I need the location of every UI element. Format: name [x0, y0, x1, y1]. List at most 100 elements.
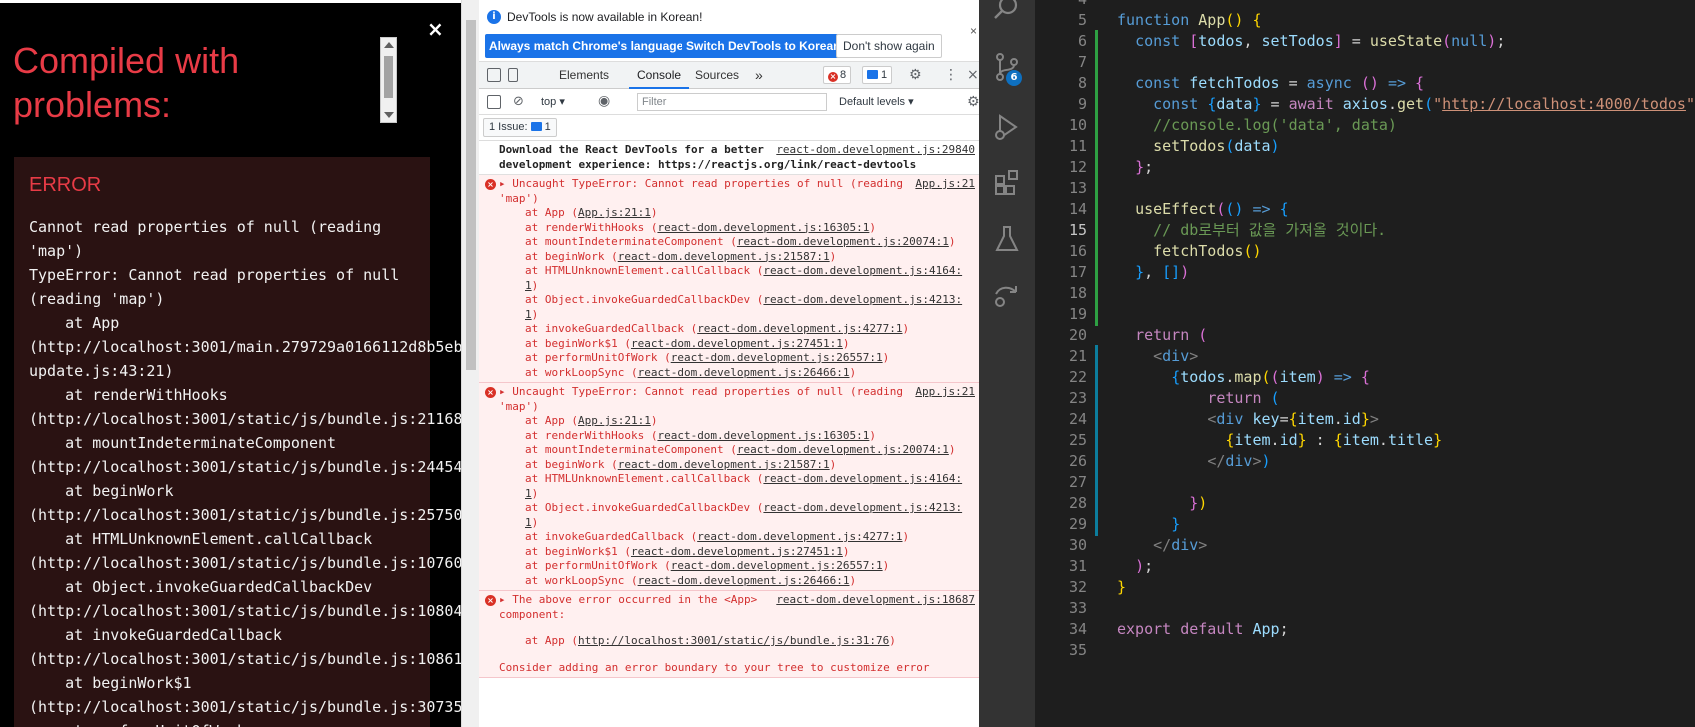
code-line[interactable]: 18 — [1035, 282, 1695, 305]
code-line[interactable]: 26 </div>) — [1035, 450, 1695, 473]
sidebar-toggle-icon[interactable] — [487, 95, 501, 109]
stack-link[interactable]: react-dom.development.js:4277:1 — [697, 530, 902, 543]
stack-frame: at mountIndeterminateComponent (react-do… — [525, 443, 956, 456]
stack-link[interactable]: react-dom.development.js:27451:1 — [631, 545, 843, 558]
page-scrollbar[interactable] — [461, 0, 479, 727]
tab-sources[interactable]: Sources — [695, 62, 739, 89]
console-settings-icon[interactable]: ⚙ — [967, 95, 979, 109]
inspect-element-icon[interactable] — [487, 68, 501, 82]
code-line[interactable]: 31 ); — [1035, 555, 1695, 578]
stack-link[interactable]: react-dom.development.js:21587:1 — [618, 458, 830, 471]
stack-link[interactable]: react-dom.development.js:16305:1 — [657, 429, 869, 442]
search-icon[interactable] — [992, 0, 1022, 24]
code-line[interactable]: 20 return ( — [1035, 324, 1695, 347]
close-overlay-icon[interactable]: × — [427, 17, 444, 41]
stack-link[interactable]: react-dom.development.js:20074:1 — [737, 235, 949, 248]
code-line[interactable]: 33 — [1035, 597, 1695, 620]
code-line[interactable]: 13 — [1035, 177, 1695, 200]
code-line[interactable]: 16 fetchTodos() — [1035, 240, 1695, 263]
source-link[interactable]: App.js:21 — [915, 177, 975, 192]
tab-elements[interactable]: Elements — [559, 62, 609, 89]
code-line[interactable]: 32} — [1035, 576, 1695, 599]
error-count-badge[interactable]: × 8 — [823, 66, 852, 84]
code-line[interactable]: 30 </div> — [1035, 534, 1695, 557]
always-match-language-button[interactable]: Always match Chrome's language — [485, 34, 688, 58]
context-select[interactable]: top ▾ — [541, 95, 565, 108]
source-link[interactable]: react-dom.development.js:29840 — [776, 143, 975, 158]
code-line[interactable]: 28 }) — [1035, 492, 1695, 515]
stack-link[interactable]: react-dom.development.js:21587:1 — [618, 250, 830, 263]
code-line[interactable]: 15 // db로부터 값을 가져올 것이다. — [1035, 219, 1695, 242]
log-levels-select[interactable]: Default levels ▾ — [839, 95, 914, 108]
stack-frame: at invokeGuardedCallback (react-dom.deve… — [525, 530, 910, 543]
console-error-message[interactable]: × App.js:21 ▸ Uncaught TypeError: Cannot r… — [479, 175, 979, 383]
message-count-badge[interactable]: 1 — [862, 66, 893, 84]
code-line[interactable]: 9 const {data} = await axios.get("http:/… — [1035, 93, 1695, 116]
code-line[interactable]: 17 }, []) — [1035, 261, 1695, 284]
line-number: 27 — [1068, 473, 1087, 491]
code-line[interactable]: 25 {item.id} : {item.title} — [1035, 429, 1695, 452]
run-debug-icon[interactable] — [992, 112, 1022, 142]
code-line[interactable]: 8 const fetchTodos = async () => { — [1035, 72, 1695, 95]
clear-console-icon[interactable]: ⊘ — [513, 95, 524, 109]
code-editor[interactable]: 45function App() {6 const [todos, setTod… — [1035, 0, 1695, 727]
code-line[interactable]: 29 } — [1035, 513, 1695, 536]
close-devtools-icon[interactable]: × — [967, 68, 979, 82]
issues-button[interactable]: 1 Issue: 1 — [483, 118, 557, 137]
code-line[interactable]: 21 <div> — [1035, 345, 1695, 368]
console-error-message[interactable]: × App.js:21 ▸ Uncaught TypeError: Cannot r… — [479, 383, 979, 591]
line-number: 15 — [1068, 221, 1087, 239]
stack-link[interactable]: react-dom.development.js:16305:1 — [657, 221, 869, 234]
scrollbar-thumb[interactable] — [384, 56, 393, 98]
code-line[interactable]: 35 — [1035, 639, 1695, 662]
stack-link[interactable]: App.js:21:1 — [578, 206, 651, 219]
testing-flask-icon[interactable] — [992, 224, 1022, 254]
console-error-boundary-message[interactable]: × react-dom.development.js:18687 ▸ The abo… — [479, 591, 979, 678]
console-messages[interactable]: react-dom.development.js:29840 Download t… — [479, 141, 979, 727]
device-toolbar-icon[interactable] — [508, 68, 518, 82]
page-scrollbar-thumb[interactable] — [466, 20, 476, 370]
more-options-icon[interactable]: ⋮ — [944, 68, 958, 82]
live-expression-eye-icon[interactable]: ◉ — [598, 94, 610, 108]
code-line[interactable]: 19 — [1035, 303, 1695, 326]
stack-link[interactable]: http://localhost:3001/static/js/bundle.j… — [578, 634, 889, 647]
switch-to-korean-button[interactable]: Switch DevTools to Korean — [682, 34, 845, 58]
stack-link[interactable]: react-dom.development.js:26466:1 — [638, 574, 850, 587]
code-line[interactable]: 34 export default App; — [1035, 618, 1695, 641]
stack-link[interactable]: react-dom.development.js:20074:1 — [737, 443, 949, 456]
overlay-scrollbar[interactable] — [380, 37, 397, 123]
code-line[interactable]: 11 setTodos(data) — [1035, 135, 1695, 158]
tab-console[interactable]: Console — [629, 62, 690, 89]
scroll-up-icon[interactable] — [384, 42, 394, 48]
filter-input[interactable]: Filter — [637, 93, 827, 111]
dont-show-again-button[interactable]: Don't show again — [836, 34, 942, 58]
source-link[interactable]: App.js:21 — [915, 385, 975, 400]
stack-link[interactable]: react-dom.development.js:26557:1 — [671, 559, 883, 572]
remote-share-icon[interactable] — [992, 280, 1022, 310]
code-text: const [todos, setTodos] = useState(null)… — [1135, 32, 1506, 50]
stack-link[interactable]: App.js:21:1 — [578, 414, 651, 427]
close-infobar-icon[interactable]: × — [970, 24, 977, 38]
code-line[interactable]: 22 {todos.map((item) => { — [1035, 366, 1695, 389]
code-line[interactable]: 23 return ( — [1035, 387, 1695, 410]
stack-link[interactable]: react-dom.development.js:27451:1 — [631, 337, 843, 350]
code-line[interactable]: 12 }; — [1035, 156, 1695, 179]
code-line[interactable]: 10 //console.log('data', data) — [1035, 114, 1695, 137]
line-number: 10 — [1068, 116, 1087, 134]
scroll-down-icon[interactable] — [384, 112, 394, 118]
code-line[interactable]: 5 function App() { — [1035, 9, 1695, 32]
code-text: const {data} = await axios.get("http://l… — [1153, 95, 1695, 113]
source-link[interactable]: react-dom.development.js:18687 — [776, 593, 975, 608]
stack-link[interactable]: react-dom.development.js:4277:1 — [697, 322, 902, 335]
settings-gear-icon[interactable]: ⚙ — [909, 68, 922, 82]
stack-link[interactable]: react-dom.development.js:26466:1 — [638, 366, 850, 379]
code-line[interactable]: 27 — [1035, 471, 1695, 494]
more-tabs-icon[interactable]: » — [755, 62, 763, 89]
code-line[interactable]: 14 useEffect(() => { — [1035, 198, 1695, 221]
code-line[interactable]: 24 <div key={item.id}> — [1035, 408, 1695, 431]
code-line[interactable]: 6 const [todos, setTodos] = useState(nul… — [1035, 30, 1695, 53]
extensions-icon[interactable] — [992, 168, 1022, 198]
code-line[interactable]: 7 — [1035, 51, 1695, 74]
line-number: 35 — [1068, 641, 1087, 659]
stack-link[interactable]: react-dom.development.js:26557:1 — [671, 351, 883, 364]
